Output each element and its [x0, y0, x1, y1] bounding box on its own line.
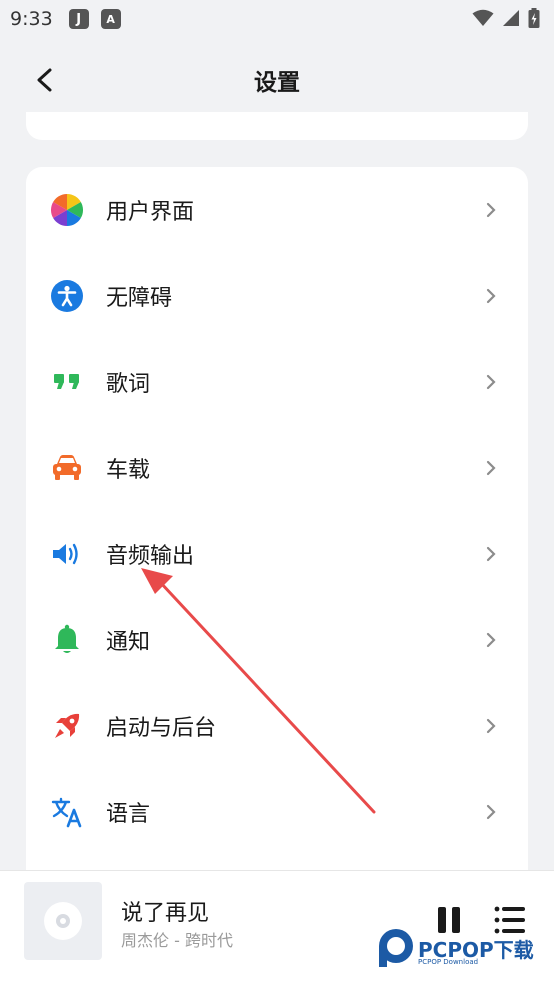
settings-item-car[interactable]: 车载: [26, 425, 528, 511]
settings-item-label: 启动与后台: [106, 716, 217, 741]
color-wheel-icon: [50, 193, 84, 227]
chevron-right-icon: [486, 460, 496, 476]
chevron-right-icon: [486, 632, 496, 648]
chevron-right-icon: [486, 202, 496, 218]
chevron-right-icon: [486, 374, 496, 390]
rocket-icon: [50, 709, 84, 743]
translate-icon: [50, 795, 84, 829]
settings-item-lyrics[interactable]: 歌词: [26, 339, 528, 425]
watermark: PCPOP下载 PCPOP Download: [376, 928, 552, 972]
settings-item-label: 语言: [106, 802, 151, 827]
settings-item-startup-background[interactable]: 启动与后台: [26, 683, 528, 769]
app-notification-icon-a: A: [100, 9, 121, 29]
previous-settings-card: [26, 112, 528, 140]
watermark-subtext: PCPOP Download: [418, 958, 479, 966]
settings-item-label: 音频输出: [106, 544, 195, 569]
settings-item-notifications[interactable]: 通知: [26, 597, 528, 683]
settings-item-label: 通知: [106, 630, 151, 655]
song-artist: 周杰伦 - 跨时代: [121, 931, 233, 950]
bell-icon: [50, 623, 84, 657]
chevron-right-icon: [486, 288, 496, 304]
app-notification-icon-j: J: [68, 9, 89, 29]
disc-icon: [44, 902, 82, 940]
status-indicators: [472, 8, 540, 28]
settings-item-language[interactable]: 语言: [26, 769, 528, 855]
status-time: 9:33: [10, 8, 53, 30]
signal-icon: [503, 10, 519, 26]
song-title: 说了再见: [121, 901, 210, 926]
pcpop-logo-icon: [379, 929, 413, 967]
accessibility-icon: [50, 279, 84, 313]
settings-item-user-interface[interactable]: 用户界面: [26, 167, 528, 253]
settings-item-audio-output[interactable]: 音频输出: [26, 511, 528, 597]
settings-item-label: 用户界面: [106, 200, 195, 225]
chevron-right-icon: [486, 804, 496, 820]
battery-icon: [528, 8, 540, 28]
status-bar: 9:33 J A: [0, 0, 554, 38]
settings-item-label: 车载: [106, 458, 151, 483]
car-icon: [50, 451, 84, 485]
settings-list: 用户界面 无障碍 歌词 车载 音频输出 通知 启动与后台 语言: [26, 167, 528, 887]
back-arrow-icon[interactable]: [30, 64, 60, 96]
page-title: 设置: [254, 70, 300, 96]
wifi-icon: [472, 9, 494, 26]
speaker-icon: [50, 537, 84, 571]
quote-icon: [50, 365, 84, 399]
settings-item-label: 无障碍: [106, 286, 173, 311]
album-art[interactable]: [24, 882, 102, 960]
header: 设置: [0, 50, 554, 110]
settings-item-label: 歌词: [106, 372, 151, 397]
chevron-right-icon: [486, 546, 496, 562]
settings-item-accessibility[interactable]: 无障碍: [26, 253, 528, 339]
chevron-right-icon: [486, 718, 496, 734]
